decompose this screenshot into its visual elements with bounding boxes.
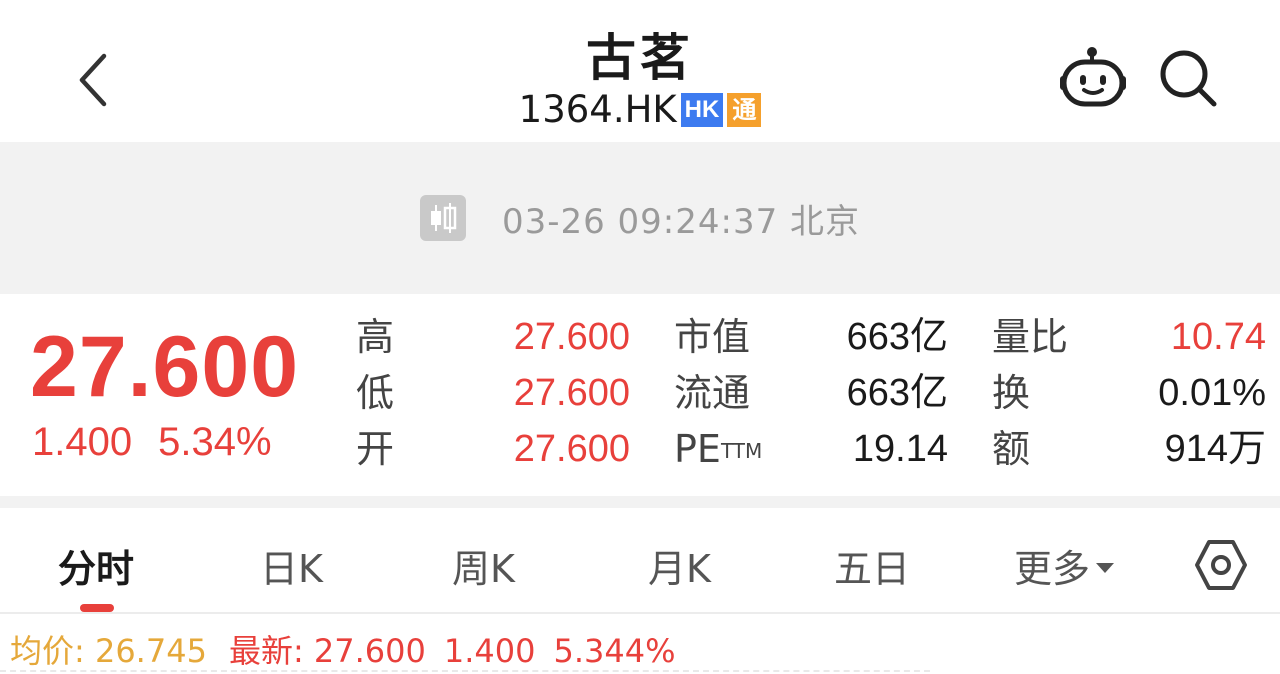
float-cap-value: 663亿	[846, 372, 948, 414]
market-cap-label: 市值	[674, 315, 751, 359]
tab-monthly-k[interactable]: 月K	[648, 538, 711, 593]
market-status-bar: 03-26 09:24:37 北京	[0, 142, 1280, 294]
search-icon	[1160, 50, 1217, 107]
header: 古茗 1364.HK HK 通	[0, 0, 1280, 142]
tab-five-day[interactable]: 五日	[834, 538, 910, 593]
chevron-down-icon	[1096, 562, 1115, 573]
float-cap-label: 流通	[674, 371, 751, 415]
active-tab-indicator	[80, 604, 114, 612]
open-label: 开	[356, 427, 395, 471]
amount-value: 914万	[1164, 428, 1266, 470]
turnover-label: 换	[992, 371, 1031, 415]
pe-label: PETTM	[674, 426, 762, 472]
change-value: 1.400	[32, 420, 133, 464]
low-label: 低	[356, 371, 395, 415]
settings-icon	[1195, 540, 1247, 590]
legend-change-percent: 5.344%	[553, 632, 676, 670]
status-timestamp: 03-26 09:24:37 北京	[501, 201, 861, 242]
legend-change: 1.400	[443, 632, 536, 670]
tab-more[interactable]: 更多	[1014, 538, 1115, 593]
chart-period-tabs: 分时 日K 周K 月K 五日 更多	[0, 508, 1280, 614]
chart-settings-button[interactable]	[1194, 538, 1248, 592]
pe-label-text: PE	[674, 427, 721, 471]
robot-icon	[1060, 47, 1126, 107]
tab-weekly-k[interactable]: 周K	[452, 538, 515, 593]
high-label: 高	[356, 315, 395, 359]
market-badge: HK	[680, 92, 724, 127]
change-percent: 5.34%	[158, 420, 272, 464]
turnover-value: 0.01%	[1158, 372, 1266, 414]
volume-ratio-label: 量比	[992, 315, 1069, 359]
price-change: 1.400 5.34%	[32, 420, 272, 465]
candlestick-icon	[419, 195, 466, 241]
assistant-button[interactable]	[1058, 44, 1130, 108]
latest-price: 最新: 27.600	[228, 632, 426, 670]
volume-ratio-value: 10.74	[1170, 316, 1266, 358]
open-value: 27.600	[513, 428, 630, 470]
high-value: 27.600	[513, 316, 630, 358]
intraday-legend: 均价: 26.745 最新: 27.600 1.400 5.344%	[10, 626, 676, 672]
tab-daily-k[interactable]: 日K	[260, 538, 323, 593]
connect-badge: 通	[727, 92, 762, 127]
pe-label-ttm: TTM	[720, 439, 763, 463]
section-divider	[0, 496, 1280, 508]
amount-label: 额	[992, 427, 1031, 471]
search-button[interactable]	[1156, 46, 1220, 110]
pe-value: 19.14	[852, 428, 948, 470]
stock-code: 1364.HK	[518, 88, 677, 131]
last-price: 27.600	[30, 319, 300, 415]
low-value: 27.600	[513, 372, 630, 414]
average-price: 均价: 26.745	[10, 632, 207, 670]
tab-more-label: 更多	[1014, 547, 1091, 591]
chart-gridline	[0, 670, 930, 672]
market-cap-value: 663亿	[846, 316, 948, 358]
tab-intraday[interactable]: 分时	[58, 538, 134, 593]
quote-panel: 27.600 1.400 5.34% 高 27.600 低 27.600 开 27…	[0, 294, 1280, 496]
